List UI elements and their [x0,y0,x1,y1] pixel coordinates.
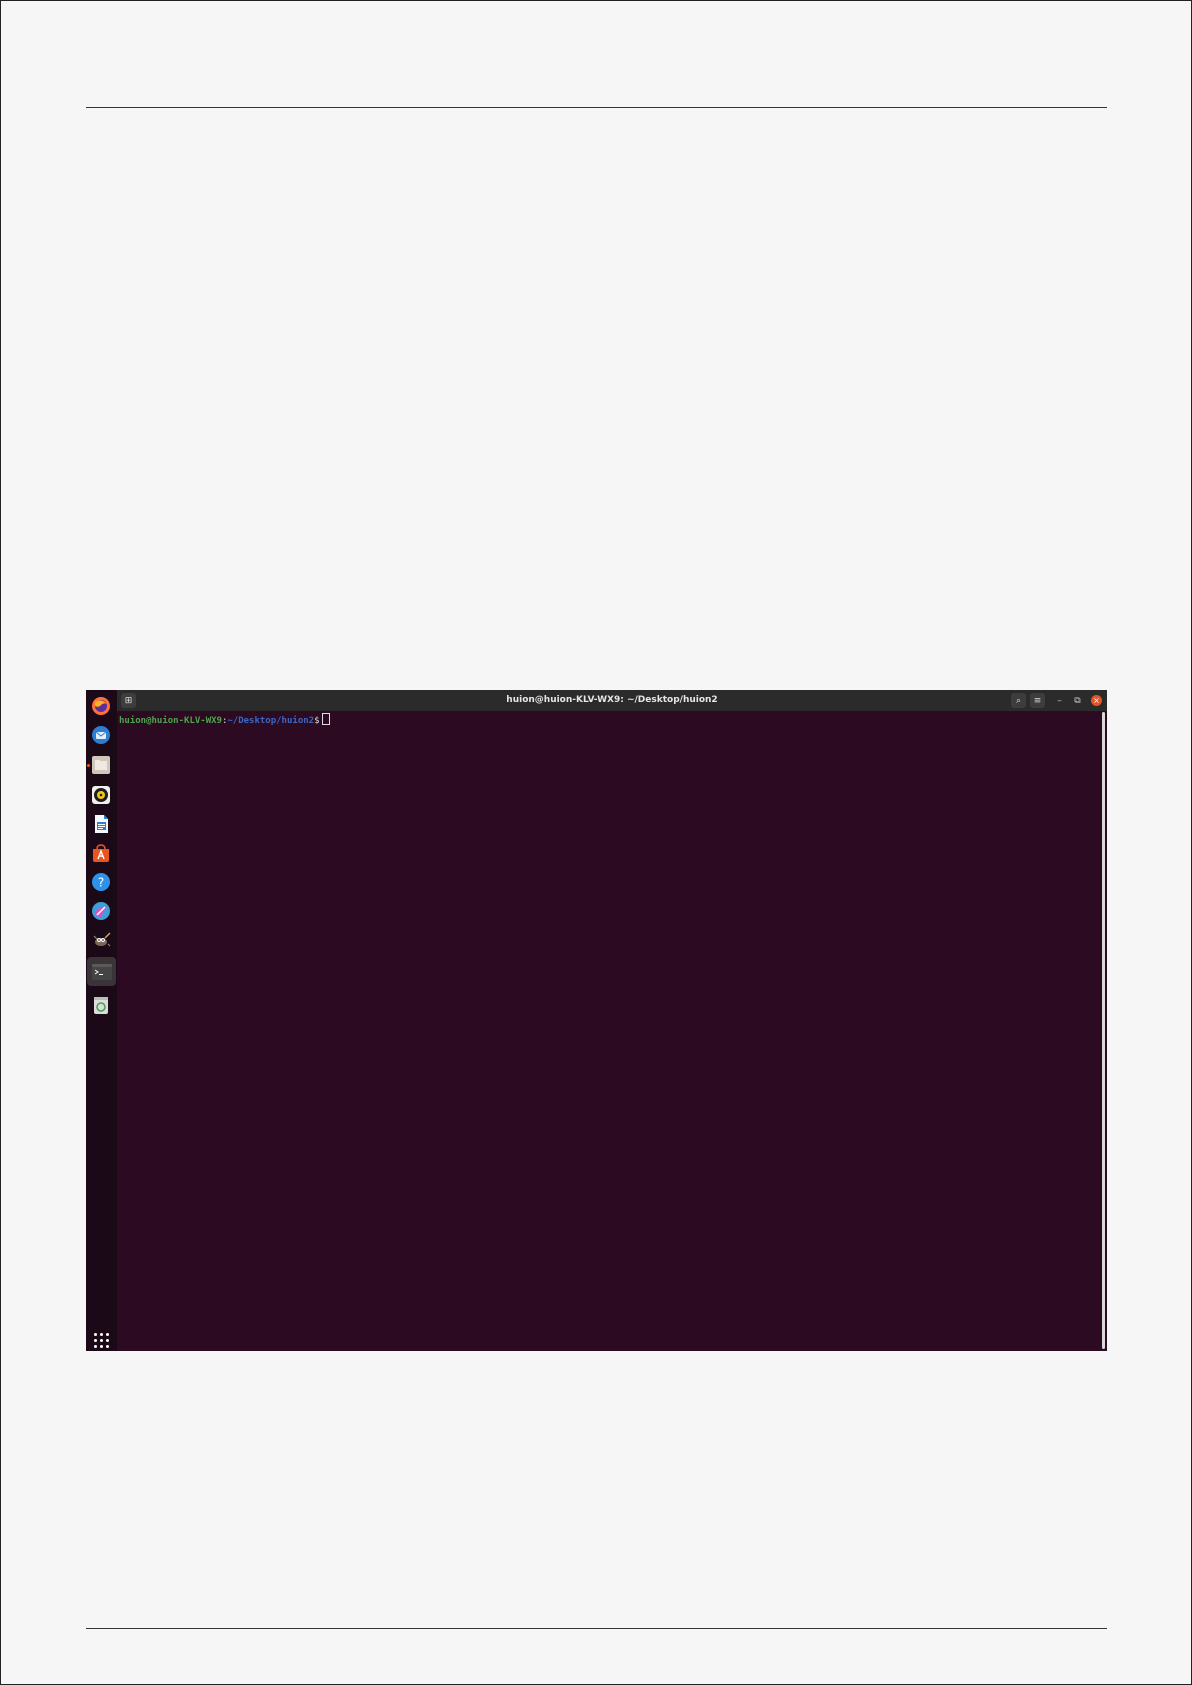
terminal-titlebar[interactable]: huion@huion-KLV-WX9: ~/Desktop/huion2 ⊞ … [117,690,1107,711]
libreoffice-writer-icon [95,815,108,833]
prompt-path: ~/Desktop/huion2 [227,716,315,726]
help-icon: ? [92,873,110,891]
dock-item-krita[interactable] [90,900,112,922]
hamburger-icon: ≡ [1033,695,1042,706]
new-tab-icon: ⊞ [124,695,133,706]
dock-item-writer[interactable] [90,813,112,835]
maximize-button[interactable]: ⧉ [1070,693,1085,708]
text-cursor [321,713,330,725]
search-button[interactable]: ⌕ [1011,693,1026,708]
menu-button[interactable]: ≡ [1030,693,1045,708]
rhythmbox-icon [92,786,110,804]
dock-item-rhythmbox[interactable] [90,784,112,806]
krita-icon [92,902,110,920]
dock-item-software[interactable] [90,842,112,864]
close-icon: × [1093,695,1100,705]
window-title: huion@huion-KLV-WX9: ~/Desktop/huion2 [506,695,718,705]
terminal-scrollbar[interactable] [1102,712,1105,1349]
terminal-icon [91,963,112,980]
gimp-icon [93,932,111,947]
files-icon [92,756,110,774]
svg-text:?: ? [98,876,104,890]
ubuntu-software-icon [93,844,109,862]
dock-item-help[interactable]: ? [90,871,112,893]
header-rule [86,107,1107,108]
show-applications-icon[interactable] [94,1333,110,1349]
new-tab-button[interactable]: ⊞ [121,693,136,708]
minimize-button[interactable]: – [1052,693,1067,708]
dock-item-files[interactable] [90,754,112,776]
terminal-content[interactable]: huion@huion-KLV-WX9:~/Desktop/huion2$ [117,711,1107,1351]
dock-item-firefox[interactable] [90,695,112,717]
desktop-screenshot: ? huion@huion-KLV-WX9: ~/Desktop/huion2 … [86,690,1107,1351]
minimize-icon: – [1057,695,1062,706]
prompt-symbol: $ [314,716,320,726]
prompt-user-host: huion@huion-KLV-WX9 [119,716,222,726]
search-icon: ⌕ [1015,695,1022,706]
thunderbird-icon [92,726,110,744]
maximize-icon: ⧉ [1074,695,1081,706]
firefox-icon [92,697,110,715]
dock-item-terminal[interactable] [87,957,116,986]
close-button[interactable]: × [1091,695,1102,706]
dock: ? [86,690,117,1351]
dock-item-trash[interactable] [90,994,112,1016]
dock-item-gimp[interactable] [90,929,112,951]
prompt-line: huion@huion-KLV-WX9:~/Desktop/huion2$ [119,713,1107,728]
dock-item-thunderbird[interactable] [90,724,112,746]
footer-rule [86,1628,1107,1629]
trash-icon [94,997,108,1014]
